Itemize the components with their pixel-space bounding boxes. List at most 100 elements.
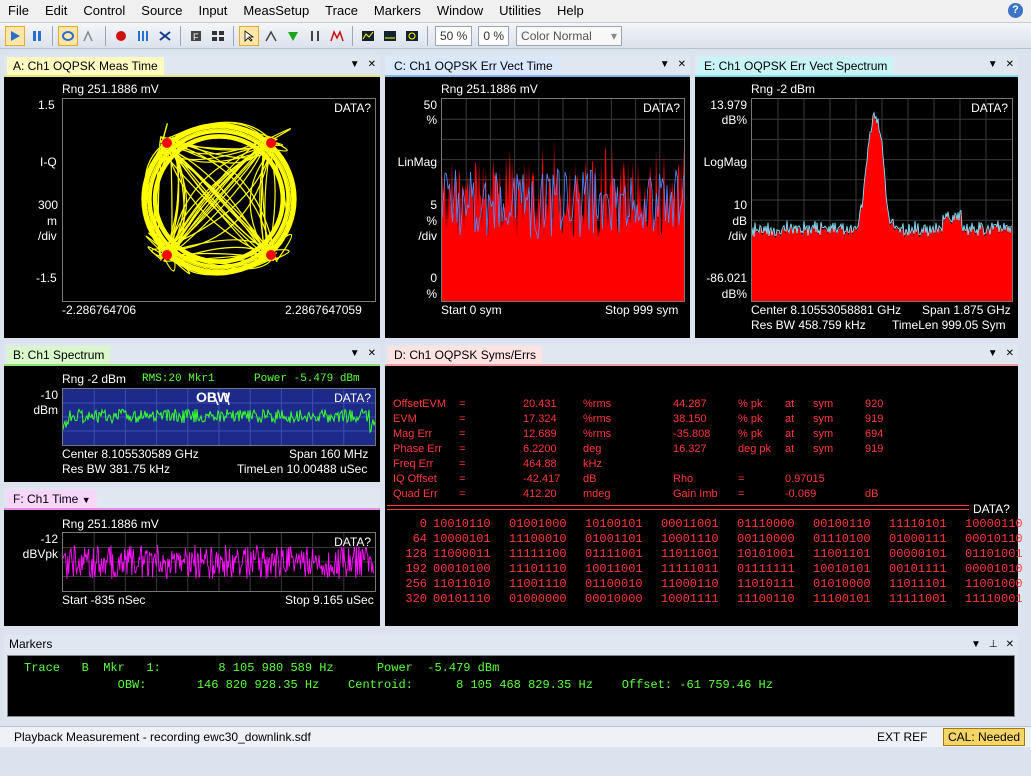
close-icon[interactable]: ✕ [368,59,376,70]
zoom-percent-field[interactable]: 50 % [435,25,473,46]
record-icon[interactable] [111,26,131,46]
metric-cell: deg [583,443,602,455]
pane-b-title[interactable]: B: Ch1 Spectrum [7,346,111,364]
close-icon[interactable]: ✕ [1006,348,1014,359]
menu-source[interactable]: Source [133,0,190,22]
pane-a-titlebar: A: Ch1 OQPSK Meas Time ▼ ✕ [4,55,380,77]
menu-file[interactable]: File [0,0,37,22]
errvect-spectrum-plot[interactable]: DATA? [751,98,1013,302]
chevron-down-icon[interactable]: ▼ [988,59,998,70]
ext-ref-indicator: EXT REF [877,730,928,744]
symbol-bits: 00100110 [813,517,871,531]
menu-trace[interactable]: Trace [317,0,366,22]
close-icon[interactable]: ✕ [368,348,376,359]
pane-b: B: Ch1 Spectrum ▼ ✕ Rng -2 dBm RMS:20 Mkr… [4,344,380,482]
constellation-symbol [266,250,276,260]
symbol-bits: 11111011 [661,562,719,576]
x-left-label: -2.286764706 [62,303,137,317]
symbol-index: 192 [405,562,427,576]
metric-cell: sym [813,413,834,425]
help-icon[interactable]: ? [1008,3,1023,18]
symbol-bits: 11011001 [661,547,719,561]
disconnect-icon[interactable] [155,26,175,46]
play-icon[interactable] [5,25,25,46]
chevron-down-icon[interactable]: ▼ [350,59,360,70]
second-percent-field[interactable]: 0 % [478,25,510,46]
time-plot[interactable]: DATA? [62,532,376,592]
status-bar: Playback Measurement - recording ewc30_d… [0,726,1031,747]
menu-meassetup[interactable]: MeasSetup [235,0,317,22]
marker-pair-icon[interactable] [305,26,325,46]
layout-icon[interactable] [208,26,228,46]
menu-edit[interactable]: Edit [37,0,75,22]
pause-icon[interactable] [27,26,47,46]
marker-icon[interactable] [283,26,303,46]
y-mid-unit: % [426,214,437,228]
chevron-down-icon[interactable]: ▼ [988,348,998,359]
color-scheme-dropdown[interactable]: Color Normal ▾ [516,25,623,46]
symbol-bits: 11110101 [889,517,947,531]
data-status: DATA? [334,101,371,115]
symbol-bits: 11010111 [737,577,795,591]
errvect-time-plot[interactable]: DATA? [441,98,685,302]
pane-c: C: Ch1 OQPSK Err Vect Time ▼ ✕ Rng 251.18… [385,55,690,338]
menu-utilities[interactable]: Utilities [491,0,549,22]
metric-cell: 6.2200 [523,443,557,455]
chevron-down-icon[interactable]: ▼ [971,639,981,650]
metric-cell: -35.808 [673,428,711,440]
constellation-svg [141,121,297,276]
metric-cell: 16.327 [673,443,707,455]
symbol-bits: 00010110 [965,532,1023,546]
cal-needed-indicator[interactable]: CAL: Needed [943,728,1026,746]
chevron-down-icon[interactable]: ▼ [660,59,670,70]
symbol-index: 128 [405,547,427,561]
y-name-label: I-Q [40,155,57,169]
display-auto-icon[interactable] [402,26,422,46]
pane-d-title[interactable]: D: Ch1 OQPSK Syms/Errs [388,346,543,364]
x-stop-label: Stop 999 sym [605,303,679,317]
metric-cell: 20.431 [523,398,557,410]
pane-e: E: Ch1 OQPSK Err Vect Spectrum ▼ ✕ Rng -2… [695,55,1018,338]
constellation-plot[interactable]: DATA? [62,98,376,302]
y-top-label: 1.5 [38,98,55,112]
pane-e-titlebar: E: Ch1 OQPSK Err Vect Spectrum ▼ ✕ [695,55,1018,77]
step-icon[interactable] [133,26,153,46]
y-scale-unit: m [47,214,57,228]
file-icon[interactable]: F [186,26,206,46]
display-scale-icon[interactable] [380,26,400,46]
metric-cell: = [738,473,745,485]
chevron-down-icon[interactable]: ▼ [350,348,360,359]
svg-text:F: F [193,32,199,42]
menu-control[interactable]: Control [75,0,133,22]
y-scale-label: 300 [38,198,59,212]
display-trace-icon[interactable] [358,26,378,46]
zoom-icon[interactable] [261,26,281,46]
symbol-bits: 10010110 [433,517,491,531]
pane-a-title[interactable]: A: Ch1 OQPSK Meas Time [7,57,164,75]
close-icon[interactable]: ✕ [1006,59,1014,70]
marker-search-icon[interactable] [327,26,347,46]
symbol-bits: 11011101 [889,577,947,591]
metric-cell: 0.97015 [785,473,825,485]
symbol-bits: 01000111 [889,532,947,546]
menu-markers[interactable]: Markers [366,0,429,22]
symbol-bits: 11001000 [965,577,1023,591]
toolbar-separator [427,25,428,46]
symbol-bits: 00010000 [585,592,643,606]
symbol-bits: 00001010 [965,562,1023,576]
metric-cell: % pk [738,413,763,425]
spectrum-plot[interactable]: OBW DATA? [62,388,376,446]
pane-c-title[interactable]: C: Ch1 OQPSK Err Vect Time [388,57,559,75]
menu-input[interactable]: Input [190,0,235,22]
pane-f-title[interactable]: F: Ch1 Time ▼ [7,490,97,508]
close-icon[interactable]: ✕ [678,59,686,70]
menu-help[interactable]: Help [549,0,592,22]
pointer-icon[interactable] [239,25,259,46]
trigger-icon[interactable] [80,26,100,46]
menu-window[interactable]: Window [429,0,491,22]
pane-e-title[interactable]: E: Ch1 OQPSK Err Vect Spectrum [698,57,894,75]
pin-icon[interactable]: ⊥ [989,639,998,650]
continuous-icon[interactable] [58,25,78,46]
close-icon[interactable]: ✕ [1006,639,1014,650]
span-label: Span 1.875 GHz [922,303,1011,317]
